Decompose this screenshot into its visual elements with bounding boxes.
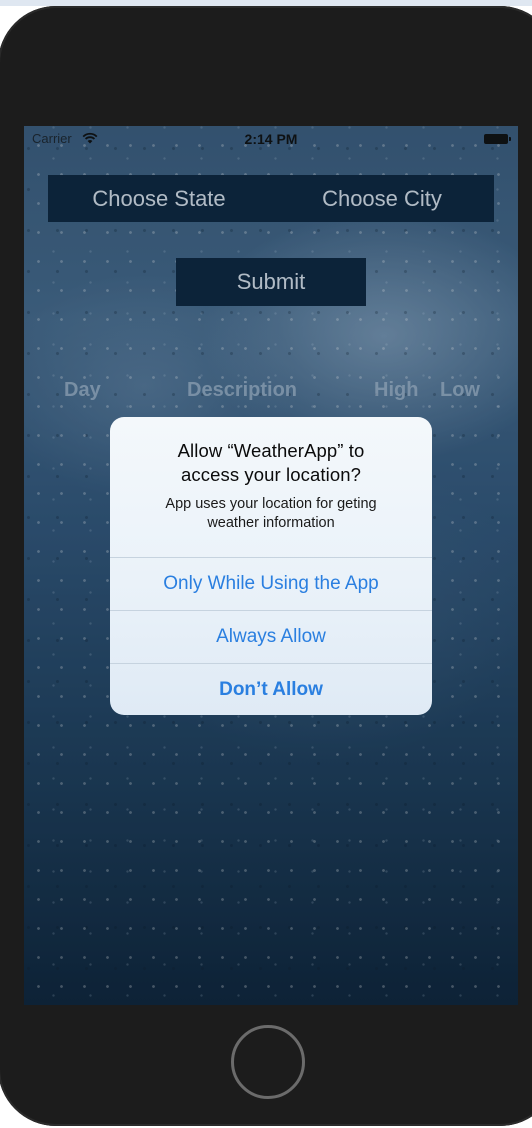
home-button[interactable] bbox=[231, 1025, 305, 1099]
always-allow-button[interactable]: Always Allow bbox=[110, 611, 432, 663]
alert-title-line-1: Allow “WeatherApp” to bbox=[177, 440, 365, 461]
alert-message-line-2: weather information bbox=[207, 515, 335, 531]
dont-allow-button[interactable]: Don’t Allow bbox=[110, 664, 432, 715]
only-while-using-button[interactable]: Only While Using the App bbox=[110, 558, 432, 610]
alert-message-line-1: App uses your location for geting bbox=[165, 496, 377, 512]
app-screen: Carrier 2:14 PM Choose State Choose City… bbox=[24, 126, 518, 1005]
location-permission-alert: Allow “WeatherApp” to access your locati… bbox=[110, 417, 432, 715]
alert-message: App uses your location for geting weathe… bbox=[130, 495, 412, 533]
alert-title: Allow “WeatherApp” to access your locati… bbox=[110, 439, 432, 487]
alert-title-line-2: access your location? bbox=[181, 464, 361, 485]
